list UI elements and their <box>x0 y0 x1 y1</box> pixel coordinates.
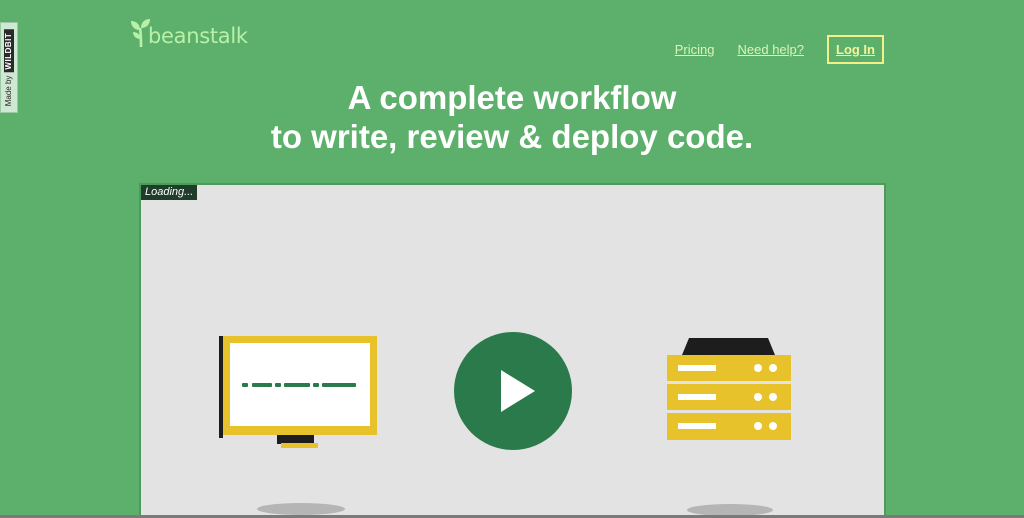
login-button[interactable]: Log In <box>827 35 884 64</box>
monitor-shadow <box>257 503 345 515</box>
beanstalk-logo[interactable]: beanstalk <box>130 18 248 48</box>
hero-line-2: to write, review & deploy code. <box>270 118 754 155</box>
server-icon <box>667 338 791 440</box>
loading-label: Loading... <box>141 185 198 200</box>
monitor-icon <box>219 336 377 448</box>
intro-video[interactable]: Loading... <box>139 183 886 518</box>
hero-headline: A complete workflow to write, review & d… <box>0 78 1024 156</box>
page: Made by WILDBIT beanstalk Pricing Need h… <box>0 0 1024 518</box>
logo-text: beanstalk <box>148 24 248 48</box>
top-nav: Pricing Need help? Log In <box>675 35 884 64</box>
nav-help-link[interactable]: Need help? <box>738 42 805 57</box>
play-button[interactable] <box>454 332 572 450</box>
video-illustration <box>219 332 791 516</box>
wildbit-brand: WILDBIT <box>4 29 14 73</box>
hero-line-1: A complete workflow <box>347 79 677 116</box>
nav-pricing-link[interactable]: Pricing <box>675 42 715 57</box>
